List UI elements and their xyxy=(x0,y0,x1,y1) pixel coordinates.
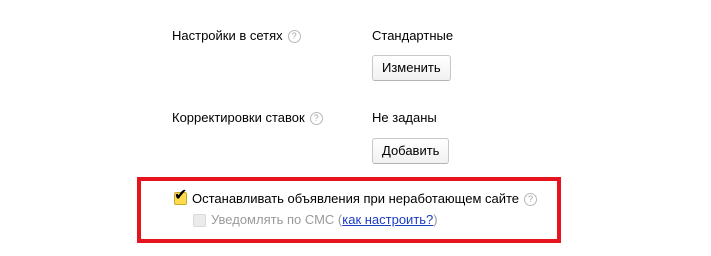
bid-adjustments-row: Корректировки ставок? xyxy=(172,110,323,126)
stop-ads-help-icon[interactable]: ? xyxy=(524,193,538,206)
stop-ads-checkbox[interactable]: ✔ xyxy=(174,187,187,205)
bid-adjustments-help-icon[interactable]: ? xyxy=(309,112,323,125)
how-to-setup-link[interactable]: как настроить? xyxy=(342,212,433,227)
network-settings-value: Стандартные xyxy=(372,28,454,43)
sms-notify-suffix: ) xyxy=(433,212,438,227)
add-bid-adjustment-button[interactable]: Добавить xyxy=(372,138,450,164)
sms-notify-row: Уведомлять по СМС (как настроить?) xyxy=(211,212,438,228)
sms-notify-checkbox[interactable] xyxy=(193,214,206,227)
checkmark-icon: ✔ xyxy=(174,185,188,204)
highlight-box xyxy=(137,177,561,243)
stop-ads-row: Останавливать объявления при неработающе… xyxy=(192,191,538,207)
network-settings-label: Настройки в сетях xyxy=(172,28,283,43)
network-settings-row: Настройки в сетях? xyxy=(172,28,301,44)
change-network-settings-button[interactable]: Изменить xyxy=(372,55,451,81)
bid-adjustments-label: Корректировки ставок xyxy=(172,110,305,125)
sms-notify-label: Уведомлять по СМС ( xyxy=(211,212,343,227)
bid-adjustments-value: Не заданы xyxy=(372,110,437,125)
stop-ads-label[interactable]: Останавливать объявления при неработающе… xyxy=(192,191,519,206)
network-settings-help-icon[interactable]: ? xyxy=(287,30,301,43)
